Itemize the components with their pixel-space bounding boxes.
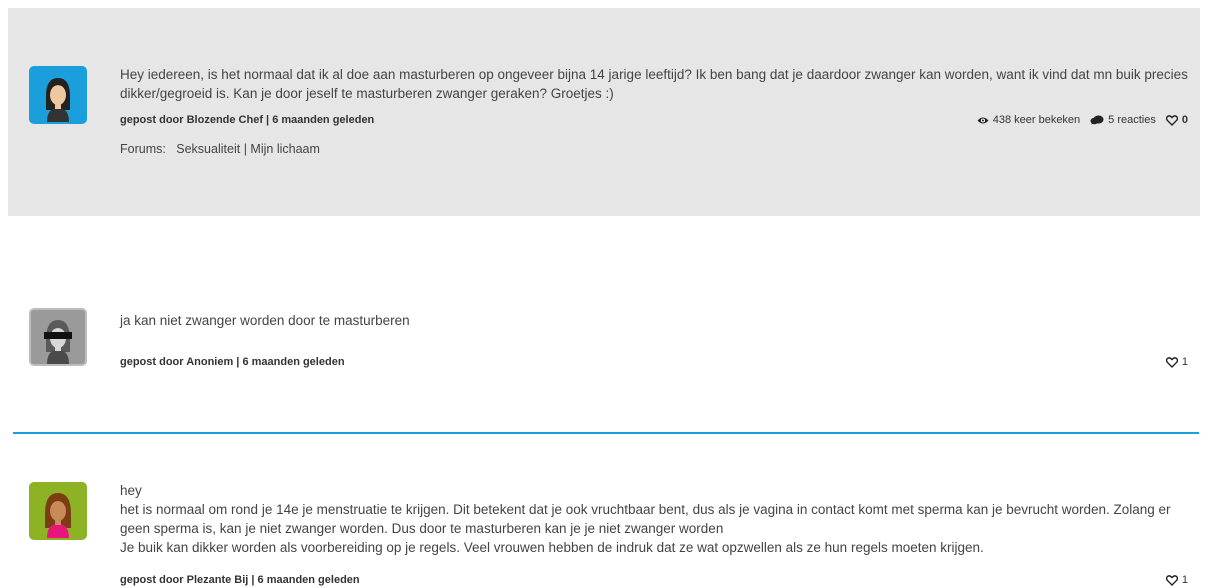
forum-link-mijn-lichaam[interactable]: Mijn lichaam [250, 142, 319, 156]
reply-1-meta: gepost door Anoniem | 6 maanden geleden [120, 356, 345, 368]
speech-bubble-icon [1090, 115, 1104, 125]
reply-2-stats: 1 [1165, 574, 1188, 586]
avatar-anoniem[interactable] [29, 308, 87, 366]
original-post-text: Hey iedereen, is het normaal dat ik al d… [120, 67, 1188, 101]
reply-2-paragraph-1: het is normaal om rond je 14e je menstru… [120, 502, 1171, 536]
like-count: 0 [1181, 114, 1188, 126]
heart-outline-icon [1165, 114, 1178, 126]
original-post-stats: 438 keer bekeken 5 reacties 0 [977, 114, 1188, 126]
reply-2-greeting: hey [120, 483, 142, 498]
forum-separator: | [243, 142, 247, 156]
reply-2-paragraph-2: Je buik kan dikker worden als voorbereid… [120, 540, 984, 555]
reply-1-like-button[interactable]: 1 [1165, 356, 1188, 368]
avatar-plezante-bij[interactable] [29, 482, 87, 540]
like-button[interactable]: 0 [1165, 114, 1188, 126]
reactions-count: 5 reacties [1108, 114, 1156, 126]
views-stat: 438 keer bekeken [977, 114, 1080, 126]
girl-avatar-icon [45, 493, 71, 538]
reactions-stat[interactable]: 5 reacties [1090, 114, 1156, 126]
reply-2-meta: gepost door Plezante Bij | 6 maanden gel… [120, 574, 360, 586]
forums-line: Forums: Seksualiteit | Mijn lichaam [120, 142, 320, 156]
heart-outline-icon [1165, 356, 1178, 368]
reply-2-like-button[interactable]: 1 [1165, 574, 1188, 586]
best-answer-divider [13, 432, 1199, 434]
anonymous-avatar-icon [44, 320, 72, 364]
avatar-blozende-chef[interactable] [29, 66, 87, 124]
eye-icon [977, 117, 989, 123]
reply-1-stats: 1 [1165, 356, 1188, 368]
original-post [8, 8, 1200, 216]
forums-label: Forums: [120, 142, 166, 156]
reply-1-like-count: 1 [1181, 356, 1188, 368]
reply-2-like-count: 1 [1181, 574, 1188, 586]
reply-1-text: ja kan niet zwanger worden door te mastu… [120, 313, 410, 328]
original-post-meta: gepost door Blozende Chef | 6 maanden ge… [120, 114, 375, 126]
views-count: 438 keer bekeken [992, 114, 1081, 126]
forum-link-seksualiteit[interactable]: Seksualiteit [176, 142, 240, 156]
heart-outline-icon [1165, 574, 1178, 586]
girl-avatar-icon [46, 78, 70, 122]
